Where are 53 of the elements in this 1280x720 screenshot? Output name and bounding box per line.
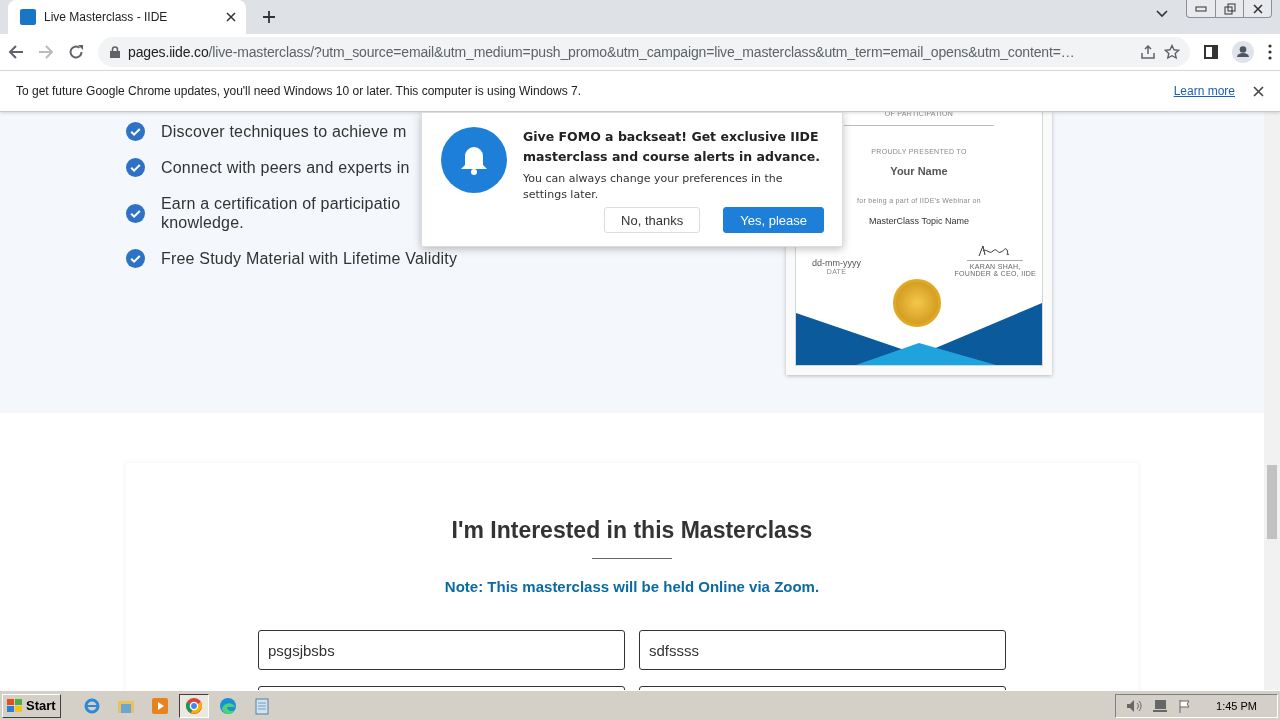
- reload-icon[interactable]: [68, 44, 84, 60]
- network-icon[interactable]: [1152, 698, 1169, 713]
- certificate-topic: MasterClass Topic Name: [869, 216, 969, 226]
- start-button[interactable]: Start: [2, 693, 61, 718]
- form-title: I'm Interested in this Masterclass: [451, 517, 813, 544]
- close-icon[interactable]: [226, 12, 236, 22]
- flag-icon[interactable]: [1178, 698, 1193, 713]
- minimize-icon[interactable]: [1195, 5, 1207, 12]
- feature-text: Earn a certification of participatio: [161, 194, 401, 213]
- feature-text: Discover techniques to achieve m: [161, 122, 407, 141]
- site-logo-icon: [20, 9, 36, 25]
- popup-title: Give FOMO a backseat! Get exclusive IIDE masterclass and course alerts in advance.: [523, 128, 821, 166]
- close-icon[interactable]: [1253, 85, 1264, 97]
- tab-title: Live Masterclass - IIDE: [44, 10, 169, 24]
- accept-button[interactable]: Yes, please: [723, 207, 824, 233]
- browser-tab[interactable]: Live Masterclass - IIDE: [8, 0, 246, 34]
- url-text: pages.iide.co/live-masterclass/?utm_source=email&utm_medium=push_promo&utm_campaign=live_masterclass&utm_term=email_opens&utm_content=…: [128, 44, 1076, 60]
- star-icon[interactable]: [1164, 44, 1180, 60]
- feature-text: knowledge.: [161, 213, 245, 232]
- certificate-date: dd-mm-yyyy: [812, 258, 861, 268]
- media-player-icon[interactable]: [150, 696, 169, 715]
- address-bar[interactable]: pages.iide.co/live-masterclass/?utm_source=email&utm_medium=push_promo&utm_campaign=live_masterclass&utm_term=email_opens&utm_content=…: [98, 37, 1190, 67]
- check-circle-icon: [126, 122, 145, 141]
- check-circle-icon: [126, 158, 145, 177]
- popup-text: You can always change your preferences in the settings later.: [523, 171, 784, 203]
- menu-icon[interactable]: [1268, 44, 1272, 60]
- new-tab-icon[interactable]: [262, 10, 276, 24]
- windows-logo-icon: [7, 698, 23, 713]
- update-message: To get future Google Chrome updates, you'll need Windows 10 or later. This computer is using Windows 7.: [16, 84, 583, 98]
- restore-icon[interactable]: [1223, 2, 1236, 15]
- side-panel-icon[interactable]: [1204, 45, 1218, 59]
- chrome-icon[interactable]: [184, 696, 203, 715]
- decline-button[interactable]: No, thanks: [604, 207, 701, 233]
- check-circle-icon: [126, 203, 145, 223]
- lock-icon: [110, 46, 120, 58]
- profile-icon[interactable]: [1232, 41, 1254, 63]
- clock: 1:45 PM: [1216, 699, 1257, 712]
- certificate-name: Your Name: [890, 165, 948, 177]
- close-icon[interactable]: [1252, 3, 1263, 14]
- back-icon[interactable]: [8, 44, 24, 60]
- speaker-icon[interactable]: [1126, 698, 1143, 713]
- feature-text: Connect with peers and experts in: [161, 158, 410, 177]
- check-circle-icon: [126, 249, 145, 268]
- text-field[interactable]: sdfssss: [639, 630, 1006, 670]
- chevron-down-icon[interactable]: [1156, 10, 1168, 18]
- share-icon[interactable]: [1140, 44, 1156, 60]
- note-text: Note: This masterclass will be held Online via Zoom.: [444, 578, 820, 595]
- text-field[interactable]: psgsjbsbs: [258, 630, 625, 670]
- feature-text: Free Study Material with Lifetime Validity: [161, 249, 458, 268]
- seal-icon: [893, 279, 941, 327]
- bell-icon: [441, 127, 507, 193]
- learn-more-link[interactable]: Learn more: [1173, 84, 1235, 98]
- scrollbar[interactable]: [1264, 112, 1280, 690]
